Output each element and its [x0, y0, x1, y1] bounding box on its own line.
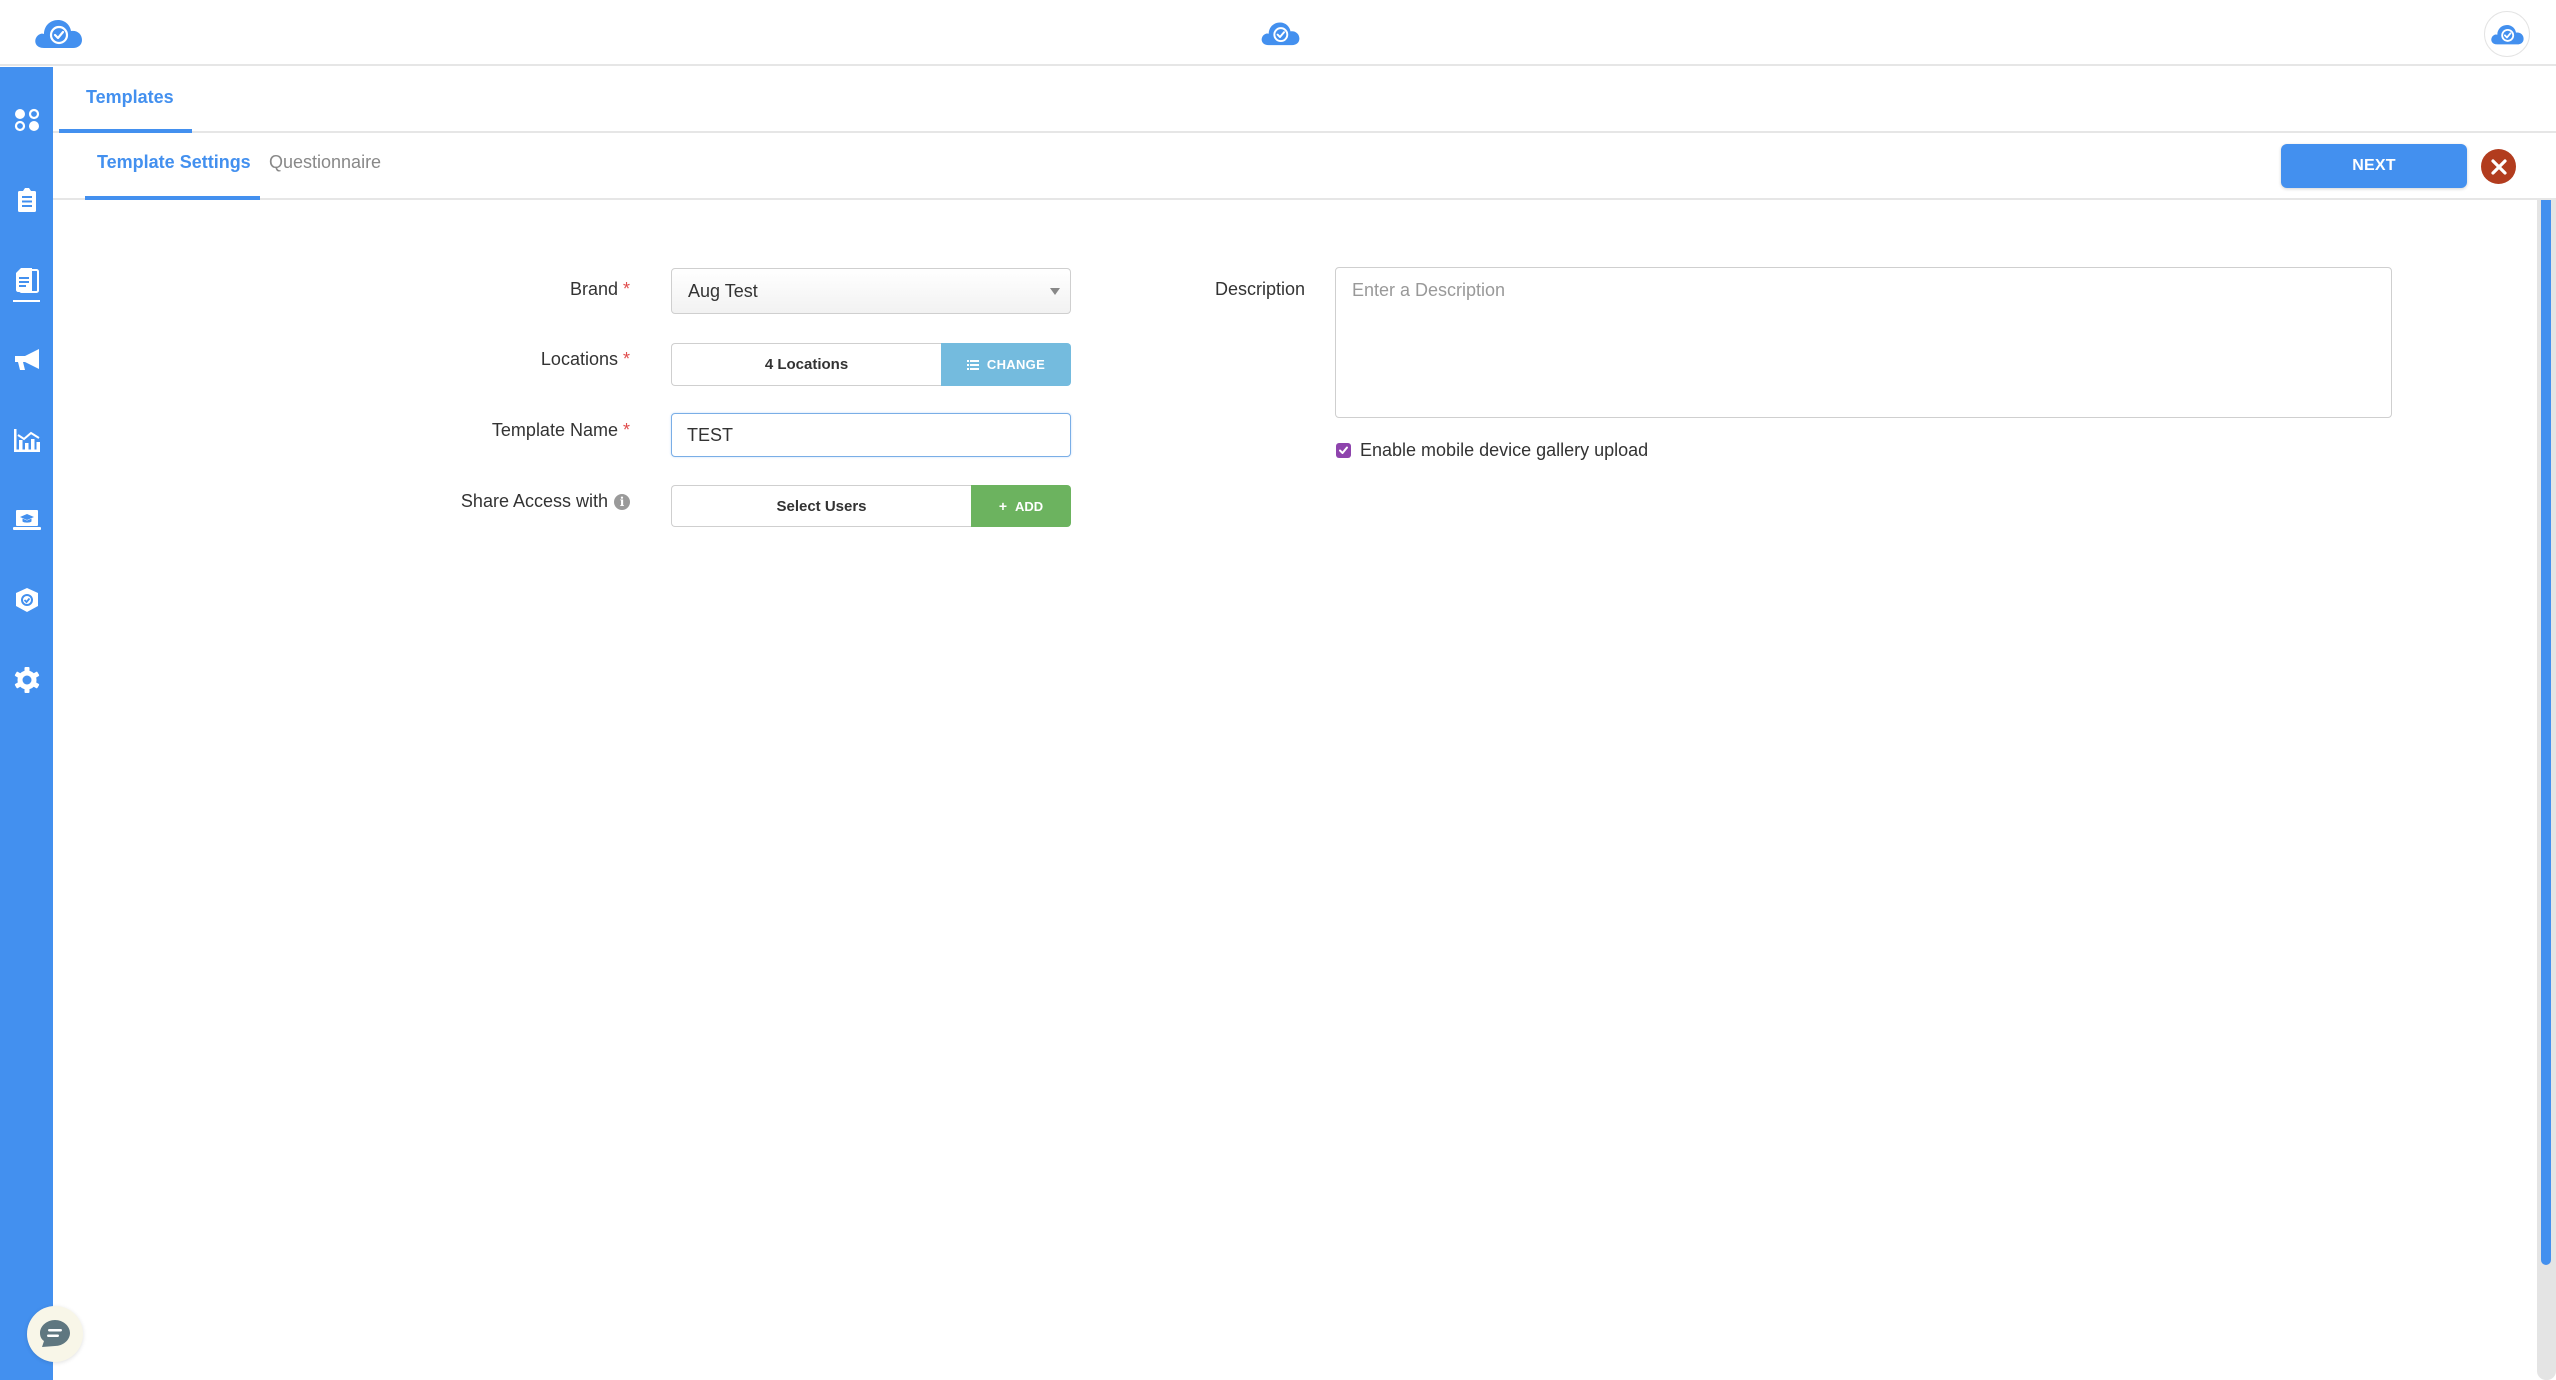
tab-template-settings[interactable]: Template Settings — [85, 134, 260, 200]
select-users-field[interactable]: Select Users — [671, 485, 971, 527]
sidebar — [0, 67, 53, 1380]
change-locations-button[interactable]: CHANGE — [941, 343, 1071, 386]
checkmark-icon — [1339, 446, 1348, 454]
sidebar-item-compliance[interactable] — [0, 570, 53, 630]
gallery-upload-option[interactable]: Enable mobile device gallery upload — [1336, 440, 1648, 461]
chart-icon — [13, 429, 40, 452]
secondary-tabs: Template Settings Questionnaire — [53, 134, 2556, 200]
brand-select[interactable]: Aug Test — [671, 268, 1071, 314]
sidebar-item-training[interactable] — [0, 490, 53, 550]
chat-bubble-icon — [40, 1320, 70, 1347]
chat-button[interactable] — [27, 1306, 83, 1362]
close-button[interactable] — [2481, 149, 2516, 184]
share-access-group: Select Users + ADD — [671, 485, 1071, 527]
brand-label-text: Brand — [569, 279, 618, 299]
add-users-button[interactable]: + ADD — [971, 485, 1071, 527]
change-button-label: CHANGE — [986, 357, 1046, 372]
close-icon — [2490, 158, 2507, 175]
cloud-check-icon — [35, 20, 82, 48]
brand-selected-value: Aug Test — [688, 281, 758, 301]
sidebar-item-dashboard[interactable] — [0, 90, 53, 150]
next-button[interactable]: NEXT — [2281, 144, 2467, 188]
megaphone-icon — [14, 349, 39, 370]
chevron-down-icon — [1050, 288, 1060, 295]
sidebar-item-tasks[interactable] — [0, 170, 53, 230]
locations-value[interactable]: 4 Locations — [671, 343, 941, 386]
tab-templates-label: Templates — [86, 87, 174, 107]
clipboard-icon — [17, 188, 36, 212]
template-name-label-text: Template Name — [491, 420, 618, 440]
template-name-input[interactable] — [671, 413, 1071, 457]
locations-label-text: Locations — [540, 349, 618, 369]
gear-icon — [14, 667, 39, 693]
shield-check-icon — [15, 588, 38, 612]
tab-templates[interactable]: Templates — [59, 67, 192, 133]
description-textarea[interactable] — [1335, 267, 2392, 418]
share-access-label: Share Access with i — [461, 491, 630, 512]
required-marker: * — [622, 420, 630, 440]
cloud-check-icon — [1261, 22, 1300, 46]
sidebar-item-settings[interactable] — [0, 650, 53, 710]
primary-tabs: Templates — [53, 67, 2556, 133]
list-icon — [966, 359, 979, 370]
share-access-label-text: Share Access with — [460, 491, 608, 511]
app-logo[interactable] — [32, 16, 84, 50]
brand-label: Brand * — [570, 279, 630, 300]
description-label: Description — [1215, 279, 1306, 299]
apps-dots-icon — [14, 108, 39, 132]
required-marker: * — [622, 349, 630, 369]
tab-questionnaire-label: Questionnaire — [269, 152, 382, 172]
scrollbar-thumb[interactable] — [2541, 200, 2551, 1265]
graduation-laptop-icon — [12, 510, 41, 530]
required-marker: * — [622, 279, 630, 299]
tab-template-settings-label: Template Settings — [97, 152, 251, 172]
gallery-upload-checkbox[interactable] — [1336, 443, 1351, 458]
gallery-upload-label: Enable mobile device gallery upload — [1360, 440, 1649, 460]
info-icon[interactable]: i — [614, 493, 630, 510]
cloud-check-icon — [2491, 25, 2524, 45]
locations-label: Locations * — [541, 349, 630, 370]
sidebar-item-announcements[interactable] — [0, 330, 53, 390]
top-header — [0, 0, 2556, 66]
plus-icon: + — [998, 498, 1007, 514]
sidebar-item-reports[interactable] — [0, 410, 53, 470]
tab-questionnaire[interactable]: Questionnaire — [269, 134, 399, 200]
center-logo — [1258, 18, 1302, 48]
sidebar-item-templates[interactable] — [0, 250, 53, 310]
locations-group: 4 Locations CHANGE — [671, 343, 1071, 386]
profile-button[interactable] — [2484, 11, 2530, 57]
template-name-label: Template Name * — [492, 420, 630, 441]
add-button-label: ADD — [1015, 498, 1044, 514]
documents-icon — [15, 268, 39, 293]
